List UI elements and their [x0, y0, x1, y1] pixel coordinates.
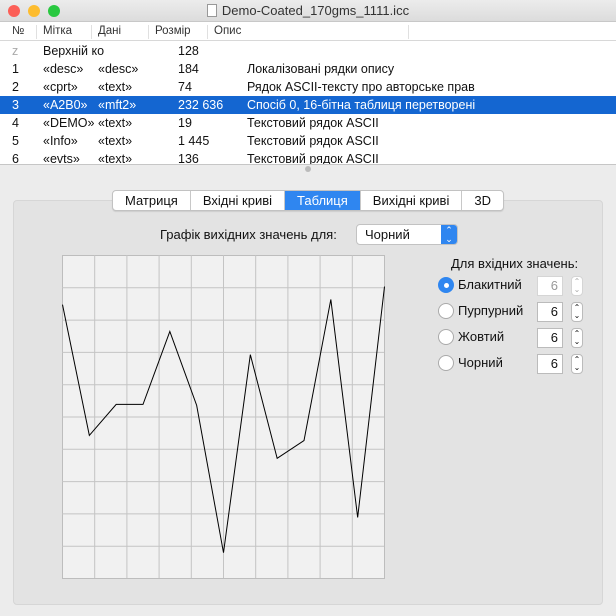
radio-button[interactable] — [438, 329, 454, 345]
cell-n: z — [12, 44, 19, 58]
cell-tag: «desc» — [43, 62, 84, 76]
input-option: Блакитний 6 ⌃ ⌄ — [438, 276, 598, 296]
tab-3[interactable]: Вихідні криві — [361, 191, 463, 210]
radio-button[interactable] — [438, 355, 454, 371]
value-field: 6 — [537, 276, 563, 296]
window-title: Demo-Coated_170gms_1111.icc — [221, 3, 410, 18]
tab-0[interactable]: Матриця — [113, 191, 191, 210]
cell-tag: «cprt» — [43, 80, 78, 94]
cell-size: 74 — [178, 80, 192, 94]
table-row[interactable]: 4 «DEMO» «text» 19 Текстовий рядок ASCII — [0, 114, 616, 132]
output-curve-chart — [62, 255, 385, 579]
minimize-button[interactable] — [28, 5, 40, 17]
tab-1[interactable]: Вхідні криві — [191, 191, 286, 210]
document-icon — [206, 4, 217, 17]
radio-button[interactable] — [438, 303, 454, 319]
cell-n: 6 — [12, 152, 19, 164]
cell-tag: «DEMO» — [43, 116, 95, 130]
value-field[interactable]: 6 — [537, 302, 563, 322]
chevron-updown-icon: ⌃ ⌄ — [441, 225, 457, 244]
cell-size: 136 — [178, 152, 199, 164]
cell-data: «mft2» — [98, 98, 137, 112]
cell-size: 184 — [178, 62, 199, 76]
cell-desc: Рядок ASCII-тексту про авторське прав — [247, 80, 475, 94]
cell-size: 232 636 — [178, 98, 224, 112]
table-row[interactable]: 6 «evts» «text» 136 Текстовий рядок ASCII — [0, 150, 616, 164]
tab-bar: Матриця Вхідні криві Таблиця Вихідні криві 3… — [112, 190, 504, 211]
cell-data: «text» — [98, 80, 133, 94]
option-label[interactable]: Чорний — [458, 355, 503, 370]
col-divider — [408, 25, 415, 39]
cell-data: «desc» — [98, 62, 139, 76]
stepper[interactable]: ⌃ ⌄ — [571, 328, 583, 348]
split-view-divider[interactable] — [0, 164, 616, 172]
stepper[interactable]: ⌃ ⌄ — [571, 354, 583, 374]
cell-data: «text» — [98, 152, 133, 164]
input-option: Жовтий 6 ⌃ ⌄ — [438, 328, 598, 348]
col-tag[interactable]: Мітка — [36, 25, 72, 39]
cell-desc: Текстовий рядок ASCII — [247, 134, 379, 148]
cell-desc: Спосіб 0, 16-бітна таблиця перетворені — [247, 98, 476, 112]
table-row[interactable]: 2 «cprt» «text» 74 Рядок ASCII-тексту про ав… — [0, 78, 616, 96]
table-row[interactable]: 3 «A2B0» «mft2» 232 636 Спосіб 0, 16-бітна т… — [0, 96, 616, 114]
close-button[interactable] — [8, 5, 20, 17]
cell-data: «text» — [98, 134, 133, 148]
cell-size: 19 — [178, 116, 192, 130]
selected-channel: Чорний — [365, 227, 410, 242]
cell-desc: Локалізовані рядки опису — [247, 62, 395, 76]
output-channel-select[interactable]: Чорний ⌃ ⌄ — [356, 224, 458, 245]
tag-table[interactable]: № Мітка Дані Розмір Опис z Верхній ко 128 1… — [0, 22, 616, 164]
input-option: Пурпурний 6 ⌃ ⌄ — [438, 302, 598, 322]
col-data[interactable]: Дані — [91, 25, 121, 39]
cell-n: 3 — [12, 98, 19, 112]
cell-n: 5 — [12, 134, 19, 148]
cell-n: 2 — [12, 80, 19, 94]
cell-data: «text» — [98, 116, 133, 130]
table-row[interactable]: 1 «desc» «desc» 184 Локалізовані рядки опису — [0, 60, 616, 78]
stepper[interactable]: ⌃ ⌄ — [571, 302, 583, 322]
value-field[interactable]: 6 — [537, 354, 563, 374]
cell-desc: Текстовий рядок ASCII — [247, 116, 379, 130]
cell-tag: «evts» — [43, 152, 80, 164]
col-size[interactable]: Розмір — [148, 25, 191, 39]
col-description[interactable]: Опис — [207, 25, 241, 39]
input-option: Чорний 6 ⌃ ⌄ — [438, 354, 598, 374]
graph-label: Графік вихідних значень для: — [160, 227, 337, 242]
table-header: № Мітка Дані Розмір Опис — [0, 22, 616, 41]
cell-tag: «A2B0» — [43, 98, 88, 112]
col-number[interactable]: № — [6, 25, 24, 39]
cell-n: 4 — [12, 116, 19, 130]
table-row[interactable]: 5 «Info» «text» 1 445 Текстовий рядок ASCII — [0, 132, 616, 150]
inputs-title: Для вхідних значень: — [451, 256, 579, 271]
cell-size: 128 — [178, 44, 199, 58]
option-label[interactable]: Блакитний — [458, 277, 522, 292]
tab-2[interactable]: Таблиця — [285, 191, 361, 210]
zoom-button[interactable] — [48, 5, 60, 17]
option-label[interactable]: Пурпурний — [458, 303, 523, 318]
stepper: ⌃ ⌄ — [571, 276, 583, 296]
cell-desc: Текстовий рядок ASCII — [247, 152, 379, 164]
cell-n: 1 — [12, 62, 19, 76]
tab-4[interactable]: 3D — [462, 191, 503, 210]
title-bar: Demo-Coated_170gms_1111.icc — [0, 0, 616, 22]
value-field[interactable]: 6 — [537, 328, 563, 348]
table-row[interactable]: z Верхній ко 128 — [0, 42, 616, 60]
cell-size: 1 445 — [178, 134, 210, 148]
option-label[interactable]: Жовтий — [458, 329, 504, 344]
cell-tag: Верхній ко — [43, 44, 105, 58]
cell-tag: «Info» — [43, 134, 78, 148]
radio-button[interactable] — [438, 277, 454, 293]
